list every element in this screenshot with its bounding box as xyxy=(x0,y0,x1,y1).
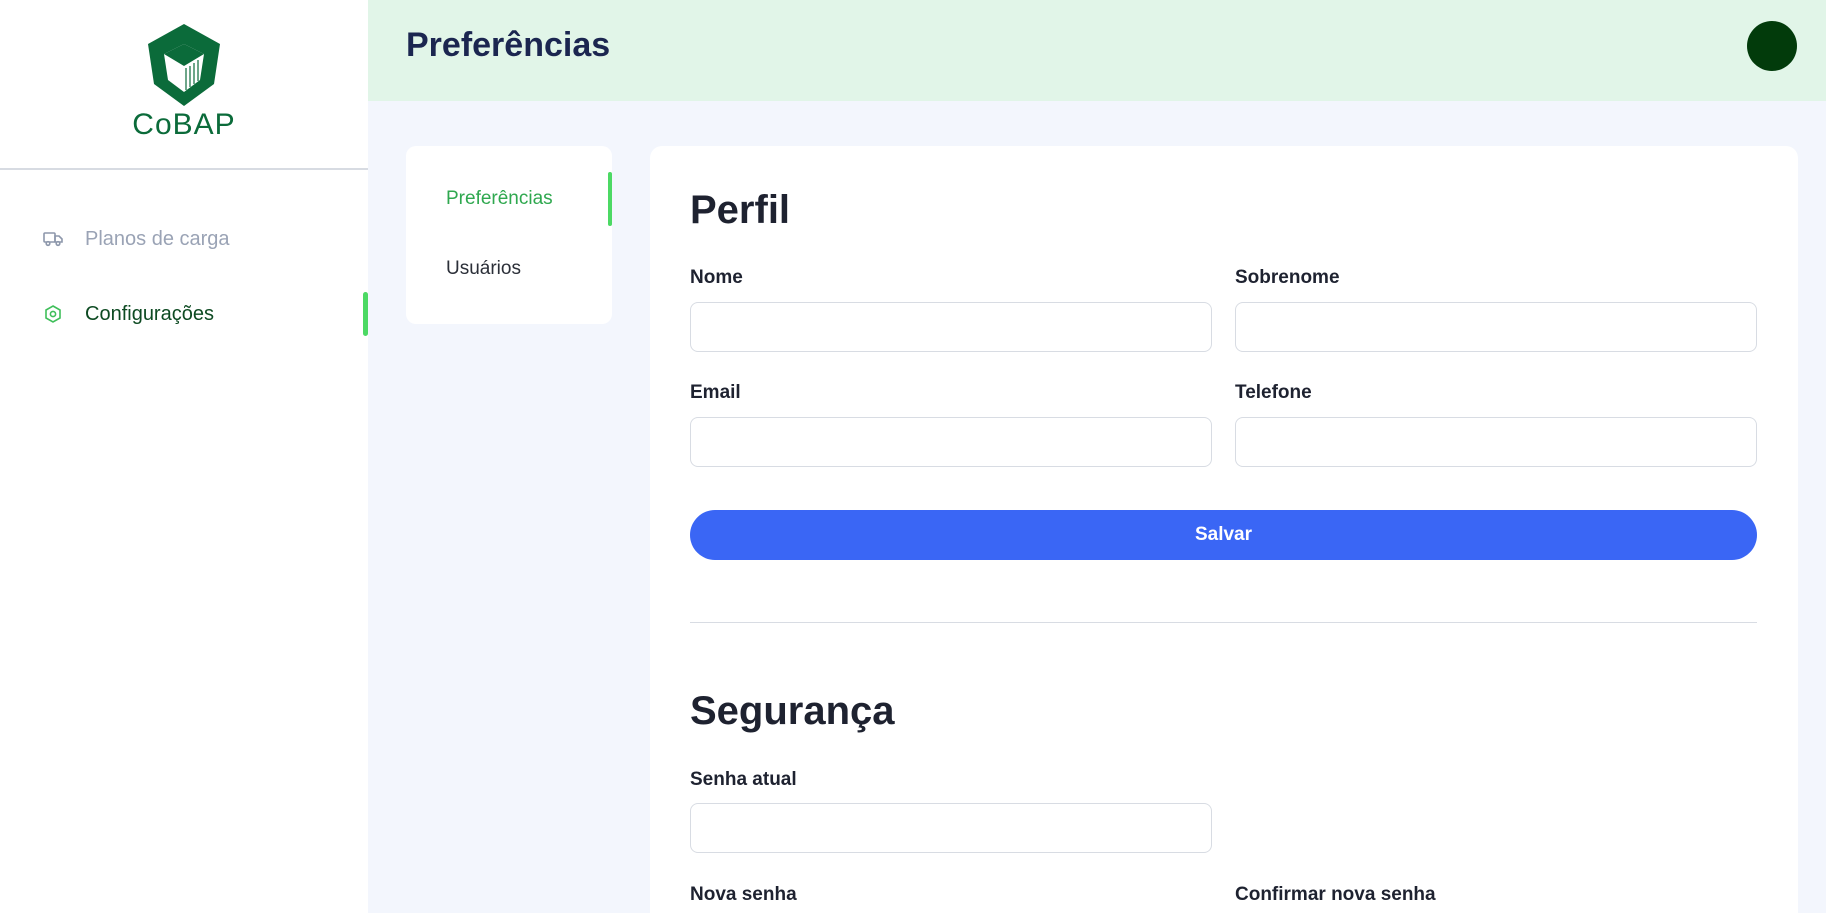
hexagon-gear-icon xyxy=(42,303,64,325)
profile-section-title: Perfil xyxy=(690,188,791,232)
current-password-field[interactable] xyxy=(690,803,1212,853)
page-title: Preferências xyxy=(406,26,611,64)
current-password-label: Senha atual xyxy=(690,769,797,790)
settings-card: Perfil Nome Sobrenome Email Telefone Sal… xyxy=(650,146,1798,913)
brand-name: CoBAP xyxy=(132,108,236,141)
sidebar-item-planos-de-carga[interactable]: Planos de carga xyxy=(0,216,368,262)
active-indicator xyxy=(608,172,612,226)
phone-field[interactable] xyxy=(1235,417,1757,467)
submenu-item-label: Usuários xyxy=(446,258,521,279)
top-bar: Preferências xyxy=(368,0,1826,101)
cobap-logo-icon xyxy=(148,24,220,106)
sidebar-item-label: Configurações xyxy=(85,302,214,325)
app-root: CoBAP Planos de carga Configurações Pref… xyxy=(0,0,1826,913)
save-button[interactable]: Salvar xyxy=(690,510,1757,560)
section-divider xyxy=(690,622,1757,623)
submenu-item-preferencias[interactable]: Preferências xyxy=(406,172,612,226)
sidebar: CoBAP Planos de carga Configurações xyxy=(0,0,368,913)
security-section-title: Segurança xyxy=(690,689,895,733)
sidebar-item-label: Planos de carga xyxy=(85,227,230,250)
email-label: Email xyxy=(690,382,741,403)
last-name-field[interactable] xyxy=(1235,302,1757,352)
last-name-label: Sobrenome xyxy=(1235,267,1340,288)
submenu-item-label: Preferências xyxy=(446,188,553,209)
settings-submenu: Preferências Usuários xyxy=(406,146,612,324)
confirm-password-label: Confirmar nova senha xyxy=(1235,884,1436,905)
email-field[interactable] xyxy=(690,417,1212,467)
first-name-field[interactable] xyxy=(690,302,1212,352)
avatar[interactable] xyxy=(1747,21,1797,71)
submenu-item-usuarios[interactable]: Usuários xyxy=(406,242,612,296)
truck-icon xyxy=(42,228,64,250)
logo[interactable]: CoBAP xyxy=(0,0,368,170)
first-name-label: Nome xyxy=(690,267,743,288)
phone-label: Telefone xyxy=(1235,382,1312,403)
active-indicator xyxy=(363,292,368,336)
sidebar-item-configuracoes[interactable]: Configurações xyxy=(0,291,368,337)
new-password-label: Nova senha xyxy=(690,884,797,905)
